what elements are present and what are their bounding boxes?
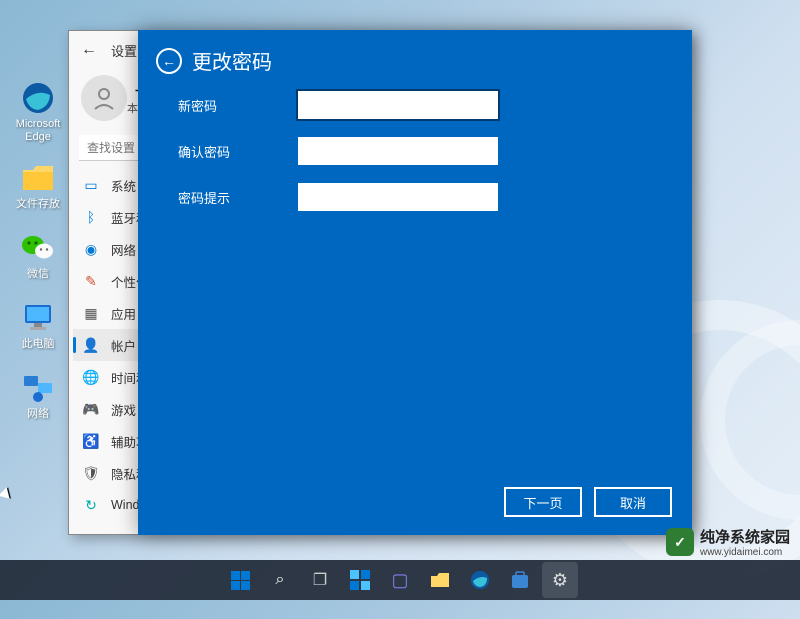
- watermark: ✓ 纯净系统家园 www.yidaimei.com: [666, 526, 790, 558]
- modal-title: 更改密码: [192, 46, 272, 75]
- shield-icon: 🛡: [83, 465, 99, 481]
- new-password-input[interactable]: [298, 91, 498, 119]
- taskbar-widgets[interactable]: [342, 562, 378, 598]
- globe-icon: 🌐: [83, 369, 99, 385]
- bluetooth-icon: ᛒ: [83, 209, 99, 225]
- folder-icon: [20, 160, 56, 196]
- taskbar-chat[interactable]: ▢: [382, 562, 418, 598]
- widgets-icon: [350, 570, 370, 590]
- system-icon: ▭: [83, 177, 99, 193]
- windows-icon: [231, 571, 250, 590]
- watermark-logo-icon: ✓: [666, 528, 694, 556]
- settings-title: 设置: [111, 41, 137, 60]
- cursor-icon: [0, 487, 14, 503]
- taskbar-settings[interactable]: ⚙: [542, 562, 578, 598]
- taskbar-store[interactable]: [502, 562, 538, 598]
- cancel-button[interactable]: 取消: [594, 487, 672, 517]
- taskbar-explorer[interactable]: [422, 562, 458, 598]
- change-password-modal: ← 更改密码 新密码 确认密码 密码提示 下一页 取消: [138, 30, 692, 535]
- gamepad-icon: 🎮: [83, 401, 99, 417]
- wechat-icon: [20, 230, 56, 266]
- confirm-password-input[interactable]: [298, 137, 498, 165]
- brush-icon: ✎: [83, 273, 99, 289]
- wifi-icon: ◉: [83, 241, 99, 257]
- taskview-icon: ❐: [313, 570, 327, 590]
- person-icon: 👤: [83, 337, 99, 353]
- apps-icon: ▦: [83, 305, 99, 321]
- store-icon: [510, 571, 530, 589]
- back-button[interactable]: ←: [79, 40, 99, 60]
- password-hint-input[interactable]: [298, 183, 498, 211]
- computer-icon: [20, 300, 56, 336]
- taskbar: ⌕ ❐ ▢ ⚙: [0, 560, 800, 600]
- edge-icon: [470, 570, 490, 590]
- desktop-icon-folder[interactable]: 文件存放: [8, 160, 68, 211]
- desktop-icon-wechat[interactable]: 微信: [8, 230, 68, 281]
- start-button[interactable]: [222, 562, 258, 598]
- watermark-text: 纯净系统家园: [700, 526, 790, 547]
- network-icon: [20, 370, 56, 406]
- folder-icon: [430, 572, 450, 588]
- label-new-password: 新密码: [178, 96, 298, 115]
- taskbar-taskview[interactable]: ❐: [302, 562, 338, 598]
- desktop-icon-edge[interactable]: Microsoft Edge: [8, 80, 68, 144]
- next-button[interactable]: 下一页: [504, 487, 582, 517]
- label-confirm-password: 确认密码: [178, 142, 298, 161]
- label-password-hint: 密码提示: [178, 188, 298, 207]
- desktop-icon-thispc[interactable]: 此电脑: [8, 300, 68, 351]
- avatar-icon: [81, 75, 127, 121]
- watermark-url: www.yidaimei.com: [700, 547, 790, 558]
- taskbar-search[interactable]: ⌕: [262, 562, 298, 598]
- search-icon: ⌕: [276, 571, 285, 589]
- taskbar-edge[interactable]: [462, 562, 498, 598]
- edge-icon: [20, 80, 56, 116]
- gear-icon: ⚙: [552, 570, 568, 591]
- desktop-icon-network[interactable]: 网络: [8, 370, 68, 421]
- modal-back-button[interactable]: ←: [156, 48, 182, 74]
- sync-icon: ↻: [83, 497, 99, 513]
- chat-icon: ▢: [391, 570, 408, 591]
- accessibility-icon: ♿: [83, 433, 99, 449]
